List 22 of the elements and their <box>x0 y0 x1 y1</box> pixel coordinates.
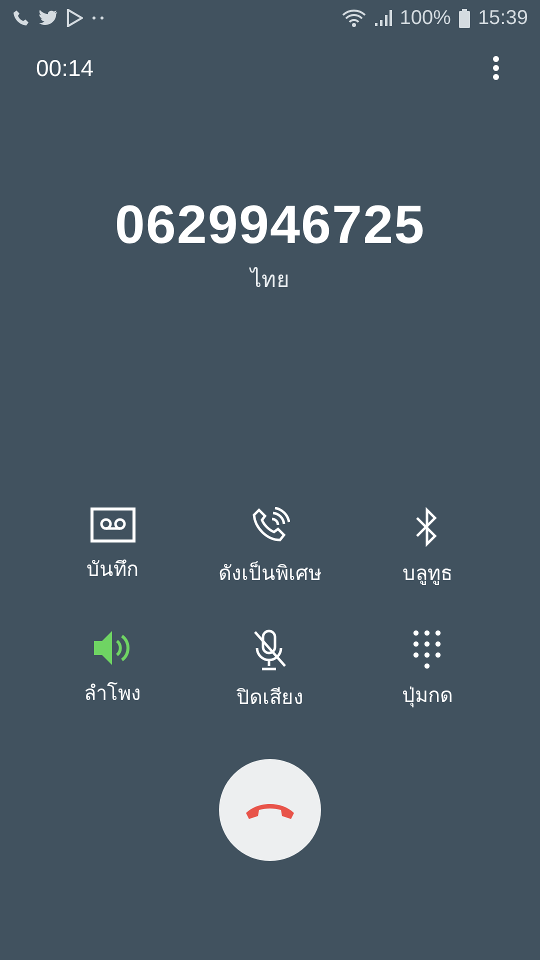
wifi-icon <box>342 8 366 28</box>
battery-icon <box>458 8 470 28</box>
bird-icon <box>38 9 58 27</box>
play-icon <box>66 9 83 27</box>
phone-number: 0629946725 <box>114 194 426 256</box>
call-option-button[interactable]: ปิดเสียง <box>236 629 304 713</box>
call-option-button[interactable]: บันทึก <box>86 507 139 589</box>
call-duration: 00:14 <box>36 54 94 82</box>
voicemail-icon <box>90 507 136 543</box>
caller-location: ไทย <box>248 266 290 294</box>
call-option-button[interactable]: ลำโพง <box>84 629 142 713</box>
phone-icon <box>12 9 30 27</box>
call-option-button[interactable]: ปุ่มกด <box>402 629 453 713</box>
more-icon <box>91 15 105 21</box>
muted-microphone-icon <box>252 629 288 671</box>
dialpad-icon <box>412 629 442 669</box>
clock: 15:39 <box>478 6 528 30</box>
battery-percent: 100% <box>400 6 451 30</box>
call-option-button[interactable]: ดังเป็นพิเศษ <box>218 507 322 589</box>
more-options-icon[interactable] <box>492 55 500 81</box>
call-option-button[interactable]: บลูทูธ <box>402 507 452 589</box>
signal-icon <box>374 9 392 27</box>
